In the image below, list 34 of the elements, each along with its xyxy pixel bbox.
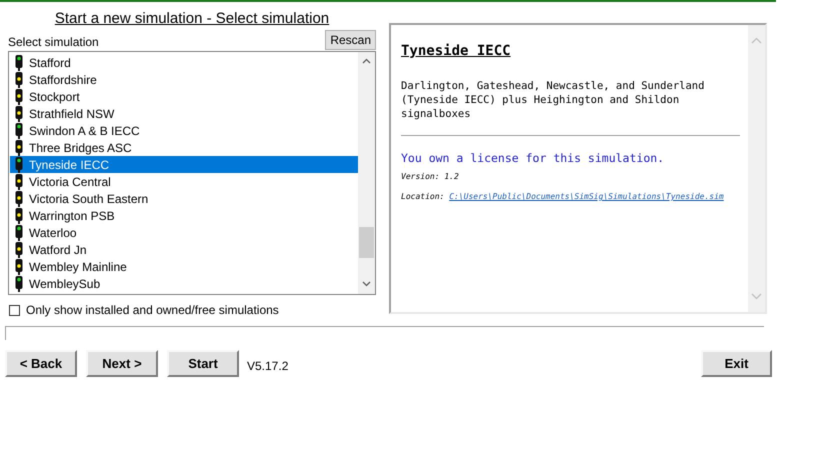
scroll-down-icon[interactable] — [362, 281, 371, 287]
page-title: Start a new simulation - Select simulation — [54, 9, 330, 28]
list-item[interactable]: Victoria South Eastern — [10, 190, 358, 207]
exit-button[interactable]: Exit — [701, 350, 772, 377]
list-item[interactable]: Stafford — [10, 54, 358, 71]
rescan-button[interactable]: Rescan — [325, 30, 376, 50]
list-item[interactable]: Wembley Mainline — [10, 258, 358, 275]
list-item[interactable]: Stockport — [10, 88, 358, 105]
scroll-up-icon[interactable] — [362, 58, 371, 64]
version-label: V5.17.2 — [247, 358, 288, 374]
list-item[interactable]: Tyneside IECC — [10, 156, 358, 173]
list-item[interactable]: Warrington PSB — [10, 207, 358, 224]
location-link[interactable]: C:\Users\Public\Documents\SimSig\Simulations\Tyneside.sim — [449, 192, 724, 201]
nav-button[interactable]: < Back — [5, 350, 77, 377]
checkbox[interactable] — [9, 304, 20, 316]
list-item[interactable]: Strathfield NSW — [10, 105, 358, 122]
license-text: You own a license for this simulation. — [401, 151, 666, 165]
location-text: Location: C:\Users\Public\Documents\SimSig\Simulations\Tyneside.sim — [401, 191, 725, 203]
list-item[interactable]: Three Bridges ASC — [10, 139, 358, 156]
version-text: Version: 1.2 — [401, 171, 460, 183]
list-item[interactable]: Staffordshire — [10, 71, 358, 88]
list-item[interactable]: Victoria Central — [10, 173, 358, 190]
scrollbar[interactable] — [358, 52, 375, 294]
scroll-thumb[interactable] — [359, 227, 374, 258]
checkbox-label: Only show installed and owned/free simulations — [26, 302, 279, 319]
nav-button[interactable]: Start — [167, 350, 239, 377]
nav-button[interactable]: Next > — [86, 350, 158, 377]
list-label: Select simulation — [8, 34, 99, 51]
list-item[interactable]: Swindon A & B IECC — [10, 122, 358, 139]
details-heading: Tyneside IECC — [401, 42, 511, 61]
list-item[interactable]: WembleySub — [10, 275, 358, 292]
list-item[interactable]: Watford Jn — [10, 241, 358, 258]
details-description: Darlington, Gateshead, Newcastle, and Sunderland (Tyneside IECC) plus Heighington and Shildon signalboxes — [401, 79, 706, 121]
list-item[interactable]: Waterloo — [10, 224, 358, 241]
